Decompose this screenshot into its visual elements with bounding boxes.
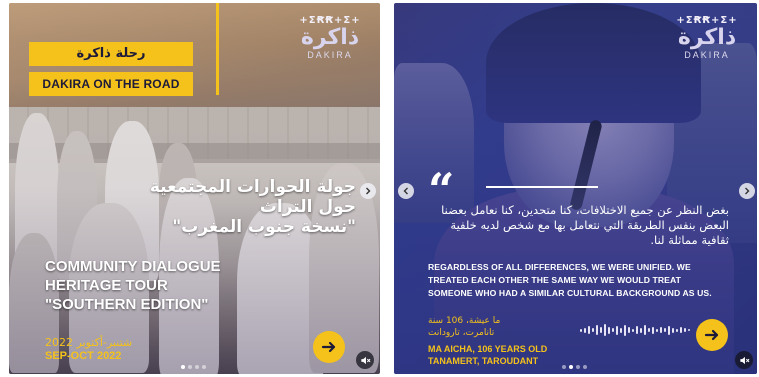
dakira-logo: +ΣꞦꞦ+Σ+ ذاكرة DAKIRA [290, 15, 370, 60]
attribution-arabic: ما عيشة، 106 سنة تانامرت، تارودانت [428, 315, 508, 339]
waveform-bar [668, 325, 670, 335]
post-card-heritage-tour[interactable]: +ΣꞦꞦ+Σ+ ذاكرة DAKIRA رحلة ذاكرة DAKIRA O… [9, 3, 380, 374]
dot [188, 365, 192, 369]
attribution-arabic-line: ما عيشة، 106 سنة [428, 316, 501, 326]
waveform-bar [612, 328, 614, 332]
prev-slide-button[interactable] [398, 183, 414, 199]
waveform-bar [628, 327, 630, 333]
tag-arabic: رحلة ذاكرة [29, 42, 193, 66]
waveform-bar [656, 328, 658, 332]
next-slide-button[interactable] [739, 183, 755, 199]
date-english: SEP-OCT 2022 [45, 350, 122, 362]
quote-english: REGARDLESS OF ALL DIFFERENCES, WE WERE U… [428, 262, 712, 298]
logo-latin: DAKIRA [307, 50, 353, 60]
waveform-bar [660, 327, 662, 333]
dot [562, 365, 566, 369]
dot [583, 365, 587, 369]
title-english-line: COMMUNITY DIALOGUE [45, 258, 221, 275]
waveform-bar [584, 327, 586, 333]
arrow-right-icon [704, 329, 719, 341]
dot [202, 365, 206, 369]
dot [576, 365, 580, 369]
date-arabic: شتنبر-أكتوبر 2022 [45, 336, 133, 349]
waveform-bar [636, 326, 638, 334]
title-arabic-line: جولة الحوارات المجتمعية [149, 177, 356, 197]
carousel-dots [181, 365, 206, 369]
tag-english: DAKIRA ON THE ROAD [29, 72, 193, 96]
mute-icon [360, 356, 370, 364]
title-english-line: HERITAGE TOUR [45, 277, 168, 294]
dakira-logo: +ΣꞦꞦ+Σ+ ذاكرة DAKIRA [667, 15, 747, 60]
waveform-bar [664, 328, 666, 332]
waveform-bar [688, 329, 690, 331]
next-button[interactable] [696, 319, 728, 351]
carousel-dots [562, 365, 587, 369]
attribution-english-line: MA AICHA, 106 YEARS OLD [428, 344, 548, 354]
waveform-bar [608, 326, 610, 334]
chevron-right-icon [366, 187, 371, 195]
dot [569, 365, 573, 369]
arrow-right-icon [321, 341, 336, 353]
logo-latin: DAKIRA [684, 50, 730, 60]
chevron-left-icon [403, 187, 408, 195]
waveform-bar [596, 325, 598, 335]
accent-line [216, 3, 219, 95]
waveform-bar [604, 324, 606, 336]
waveform-bar [648, 328, 650, 332]
waveform-bar [684, 328, 686, 332]
waveform-bar [632, 328, 634, 332]
waveform-bar [588, 326, 590, 334]
next-slide-button[interactable] [360, 183, 376, 199]
waveform-bar [644, 325, 646, 335]
dot [181, 365, 185, 369]
mute-icon [739, 356, 749, 364]
attribution-english: MA AICHA, 106 YEARS OLD TANAMERT, TAROUD… [428, 343, 547, 367]
waveform-bar [652, 326, 654, 334]
waveform-bar [600, 327, 602, 333]
quote-arabic: بغض النظر عن جميع الاختلافات، كنا متحدين… [441, 203, 729, 247]
waveform-bar [592, 328, 594, 332]
chevron-right-icon [745, 187, 750, 195]
audio-waveform-icon [580, 323, 690, 337]
title-english: COMMUNITY DIALOGUE HERITAGE TOUR "SOUTHE… [45, 257, 285, 314]
waveform-bar [616, 325, 618, 335]
waveform-bar [624, 324, 626, 336]
mute-button[interactable] [356, 351, 374, 369]
next-button[interactable] [313, 331, 345, 363]
logo-arabic: ذاكرة [677, 25, 737, 50]
waveform-bar [676, 328, 678, 332]
attribution-arabic-line: تانامرت، تارودانت [428, 328, 495, 338]
quote-rule [486, 186, 598, 188]
logo-arabic: ذاكرة [300, 25, 360, 50]
mute-button[interactable] [735, 351, 753, 369]
waveform-bar [640, 327, 642, 333]
waveform-bar [672, 327, 674, 333]
dot [195, 365, 199, 369]
attribution-english-line: TANAMERT, TAROUDANT [428, 356, 539, 366]
waveform-bar [580, 328, 582, 332]
title-arabic-line: "نسخة جنوب المغرب" [172, 217, 356, 237]
waveform-bar [680, 327, 682, 333]
title-arabic: جولة الحوارات المجتمعية حول التراث "نسخة… [126, 177, 356, 237]
post-card-quote[interactable]: +ΣꞦꞦ+Σ+ ذاكرة DAKIRA “ بغض النظر عن جميع… [394, 3, 757, 374]
waveform-bar [620, 327, 622, 333]
title-english-line: "SOUTHERN EDITION" [45, 296, 209, 313]
title-arabic-line: حول التراث [259, 197, 356, 217]
